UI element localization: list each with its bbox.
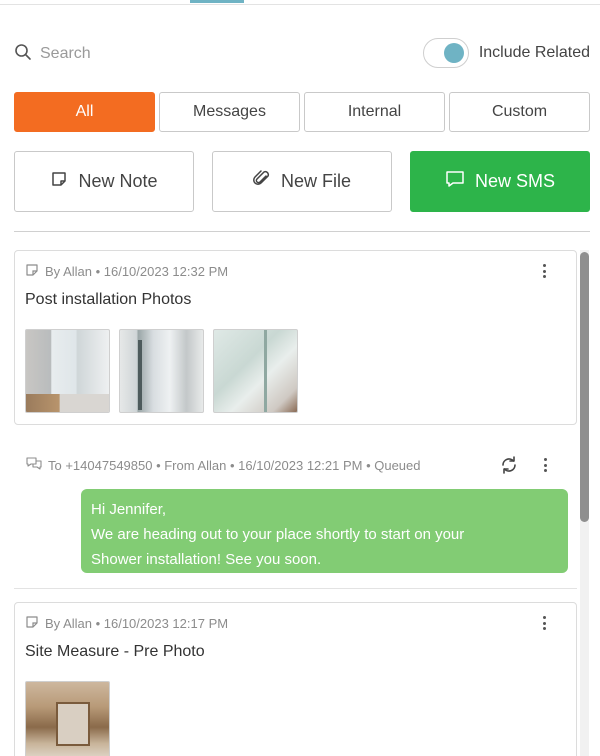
note-title: Site Measure - Pre Photo	[25, 643, 205, 660]
new-file-label: New File	[280, 171, 351, 191]
note-icon	[25, 263, 39, 280]
include-related-label: Include Related	[478, 44, 590, 61]
top-divider	[0, 4, 600, 5]
filter-tab-messages[interactable]: Messages	[159, 92, 300, 132]
sms-item: To +14047549850 • From Allan • 16/10/202…	[14, 441, 577, 589]
sms-line: We are heading out to your place shortly…	[91, 526, 465, 543]
more-options-icon[interactable]	[536, 615, 552, 631]
photo-thumbnail[interactable]	[25, 329, 110, 413]
refresh-icon[interactable]	[499, 455, 519, 480]
include-related: Include Related	[422, 38, 590, 68]
include-related-toggle[interactable]	[422, 38, 469, 68]
section-divider	[14, 231, 590, 232]
paperclip-icon	[253, 170, 271, 193]
filter-tabs: All Messages Internal Custom	[14, 92, 590, 132]
more-options-icon[interactable]	[537, 457, 553, 473]
message-icon	[26, 457, 42, 474]
search-icon	[14, 43, 32, 66]
note-meta-text: By Allan • 16/10/2023 12:32 PM	[45, 264, 229, 279]
search-placeholder: Search	[40, 45, 91, 62]
new-sms-label: New SMS	[474, 171, 555, 191]
activity-feed: By Allan • 16/10/2023 12:32 PM Post inst…	[0, 250, 600, 756]
note-meta-text: By Allan • 16/10/2023 12:17 PM	[45, 616, 229, 631]
photo-thumbnail[interactable]	[25, 681, 110, 756]
filter-tab-internal[interactable]: Internal	[304, 92, 445, 132]
action-buttons: New Note New File New SMS	[14, 151, 590, 212]
sms-meta-text: To +14047549850 • From Allan • 16/10/202…	[48, 458, 421, 473]
search-input[interactable]: Search	[14, 42, 91, 66]
new-note-button[interactable]: New Note	[14, 151, 194, 212]
note-meta: By Allan • 16/10/2023 12:32 PM	[25, 263, 228, 280]
chat-bubble-icon	[445, 170, 465, 193]
note-icon	[25, 615, 39, 632]
sms-line: Shower installation! See you soon.	[91, 551, 322, 568]
active-tab-indicator	[190, 0, 244, 3]
photo-thumbnail[interactable]	[213, 329, 298, 413]
new-sms-button[interactable]: New SMS	[410, 151, 590, 212]
note-meta: By Allan • 16/10/2023 12:17 PM	[25, 615, 228, 632]
divider	[14, 588, 577, 589]
photo-thumbnail[interactable]	[119, 329, 204, 413]
toggle-knob	[443, 43, 464, 63]
more-options-icon[interactable]	[536, 263, 552, 279]
new-note-label: New Note	[78, 171, 158, 191]
note-icon	[50, 170, 68, 193]
filter-tab-all[interactable]: All	[14, 92, 155, 132]
new-file-button[interactable]: New File	[212, 151, 392, 212]
filter-tab-custom[interactable]: Custom	[449, 92, 590, 132]
note-title: Post installation Photos	[25, 291, 192, 308]
note-card: By Allan • 16/10/2023 12:32 PM Post inst…	[14, 250, 577, 425]
sms-line: Hi Jennifer,	[91, 501, 167, 518]
note-card: By Allan • 16/10/2023 12:17 PM Site Meas…	[14, 602, 577, 756]
sms-meta: To +14047549850 • From Allan • 16/10/202…	[26, 457, 421, 474]
scrollbar-thumb[interactable]	[580, 252, 589, 522]
sms-bubble: Hi Jennifer, We are heading out to your …	[81, 489, 568, 573]
